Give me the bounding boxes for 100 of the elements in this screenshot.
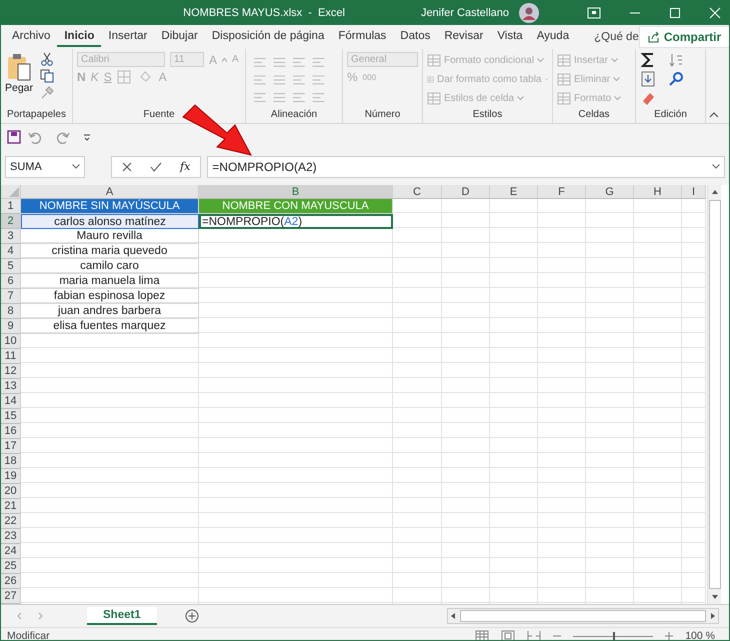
ribbon-tab[interactable]: Datos [393, 27, 438, 47]
column-header[interactable]: G [586, 185, 634, 199]
page-break-icon[interactable] [527, 630, 542, 640]
row-header[interactable]: 5 [1, 259, 21, 274]
avatar-icon[interactable] [519, 3, 539, 23]
close-icon[interactable] [709, 7, 721, 19]
row-header[interactable]: 8 [1, 304, 21, 319]
row-header[interactable]: 12 [1, 364, 21, 379]
ribbon-tab[interactable]: Inicio [57, 27, 102, 47]
column-header[interactable]: H [634, 185, 682, 199]
table-cell[interactable]: =NOMPROPIO(A2) [199, 214, 393, 229]
zoom-level[interactable]: 100 % [685, 630, 715, 640]
ribbon-tab[interactable]: Dibujar [154, 27, 205, 47]
row-header[interactable]: 4 [1, 244, 21, 259]
ribbon-tab[interactable]: Fórmulas [331, 27, 394, 47]
normal-view-icon[interactable] [475, 630, 490, 640]
column-header[interactable]: E [490, 185, 538, 199]
row-header[interactable]: 7 [1, 289, 21, 304]
window-title: NOMBRES MAYUS.xlsx - Excel [183, 7, 345, 19]
group-label: Número [364, 109, 402, 122]
table-cell: camilo caro [21, 259, 199, 274]
column-header[interactable]: I [682, 185, 706, 199]
save-icon[interactable] [7, 130, 21, 144]
row-header[interactable]: 17 [1, 439, 21, 454]
group-label: Alineación [270, 109, 318, 122]
search-field[interactable]: ¿Qué de [594, 31, 639, 43]
dropdown-icon [610, 58, 618, 62]
table-cell: maria manuela lima [21, 274, 199, 289]
search-icon[interactable] [668, 71, 684, 87]
collapse-icon[interactable] [709, 111, 719, 119]
formula-field[interactable]: =NOMPROPIO(A2) [207, 156, 725, 178]
table-icon [427, 92, 441, 104]
fill-down-icon[interactable] [640, 71, 656, 87]
maximize-icon[interactable] [669, 7, 681, 19]
sort-icon[interactable] [668, 52, 684, 68]
row-header[interactable]: 20 [1, 484, 21, 499]
status-text: Modificar [7, 630, 50, 640]
group-label: Edición [653, 109, 688, 122]
ribbon-tab[interactable]: Ayuda [530, 27, 576, 47]
table-cell: juan andres barbera [21, 304, 199, 319]
page-layout-icon[interactable] [501, 630, 516, 640]
row-header[interactable]: 27 [1, 589, 21, 604]
paste-button[interactable]: Pegar [5, 52, 34, 100]
column-header[interactable]: A [21, 185, 199, 199]
zoom-in-icon[interactable] [665, 632, 674, 640]
ribbon-tab[interactable]: Insertar [101, 27, 154, 47]
ribbon-display-icon[interactable] [587, 7, 601, 19]
row-header[interactable]: 1 [1, 199, 21, 214]
row-header[interactable]: 10 [1, 334, 21, 349]
row-header[interactable]: 23 [1, 529, 21, 544]
row-header[interactable]: 3 [1, 229, 21, 244]
dropdown-icon [613, 76, 620, 82]
group-label: Celdas [577, 109, 611, 122]
table-icon [557, 92, 571, 104]
row-header[interactable]: 21 [1, 499, 21, 514]
table-icon [557, 54, 571, 66]
horizontal-scrollbar[interactable] [447, 608, 719, 624]
group-label: Estilos [472, 109, 504, 122]
copy-icon[interactable] [40, 69, 54, 83]
row-header[interactable]: 9 [1, 319, 21, 334]
check-icon[interactable] [150, 162, 162, 172]
row-header[interactable]: 11 [1, 349, 21, 364]
dropdown-icon [517, 96, 524, 100]
ribbon-tab[interactable]: Revisar [437, 27, 490, 47]
row-header[interactable]: 2 [1, 214, 21, 229]
column-header[interactable]: B [199, 185, 393, 199]
row-header[interactable]: 13 [1, 379, 21, 394]
expand-icon[interactable] [712, 164, 720, 169]
ribbon-tab[interactable]: Archivo [5, 27, 58, 47]
dropdown-icon [614, 96, 622, 100]
insert-function-button[interactable]: fx [180, 160, 190, 173]
column-header[interactable]: F [538, 185, 586, 199]
row-header[interactable]: 19 [1, 469, 21, 484]
vertical-scrollbar[interactable] [707, 185, 721, 604]
table-icon [427, 54, 441, 66]
scissors-icon[interactable] [40, 52, 54, 66]
row-header[interactable]: 18 [1, 454, 21, 469]
eraser-icon[interactable] [640, 90, 656, 106]
group-label: Fuente [142, 109, 176, 122]
row-header[interactable]: 15 [1, 409, 21, 424]
row-header[interactable]: 26 [1, 574, 21, 589]
autosum-icon[interactable] [640, 52, 656, 68]
column-header[interactable]: C [393, 185, 442, 199]
ribbon-tab[interactable]: Vista [490, 27, 530, 47]
add-sheet-icon[interactable] [184, 609, 199, 623]
name-box[interactable]: SUMA [5, 156, 85, 178]
dropdown-icon[interactable] [72, 164, 80, 169]
ribbon-tab[interactable]: Disposición de página [204, 27, 332, 47]
row-header[interactable]: 25 [1, 559, 21, 574]
cancel-icon[interactable] [122, 162, 132, 172]
sheet-tab[interactable]: Sheet1 [87, 607, 157, 625]
row-header[interactable]: 22 [1, 514, 21, 529]
row-header[interactable]: 24 [1, 544, 21, 559]
row-header[interactable]: 14 [1, 394, 21, 409]
row-header[interactable]: 6 [1, 274, 21, 289]
share-button[interactable]: Compartir [638, 26, 729, 48]
row-header[interactable]: 16 [1, 424, 21, 439]
group-label: Portapapeles [6, 109, 67, 122]
column-header[interactable]: D [442, 185, 490, 199]
table-cell: Mauro revilla [21, 229, 199, 244]
